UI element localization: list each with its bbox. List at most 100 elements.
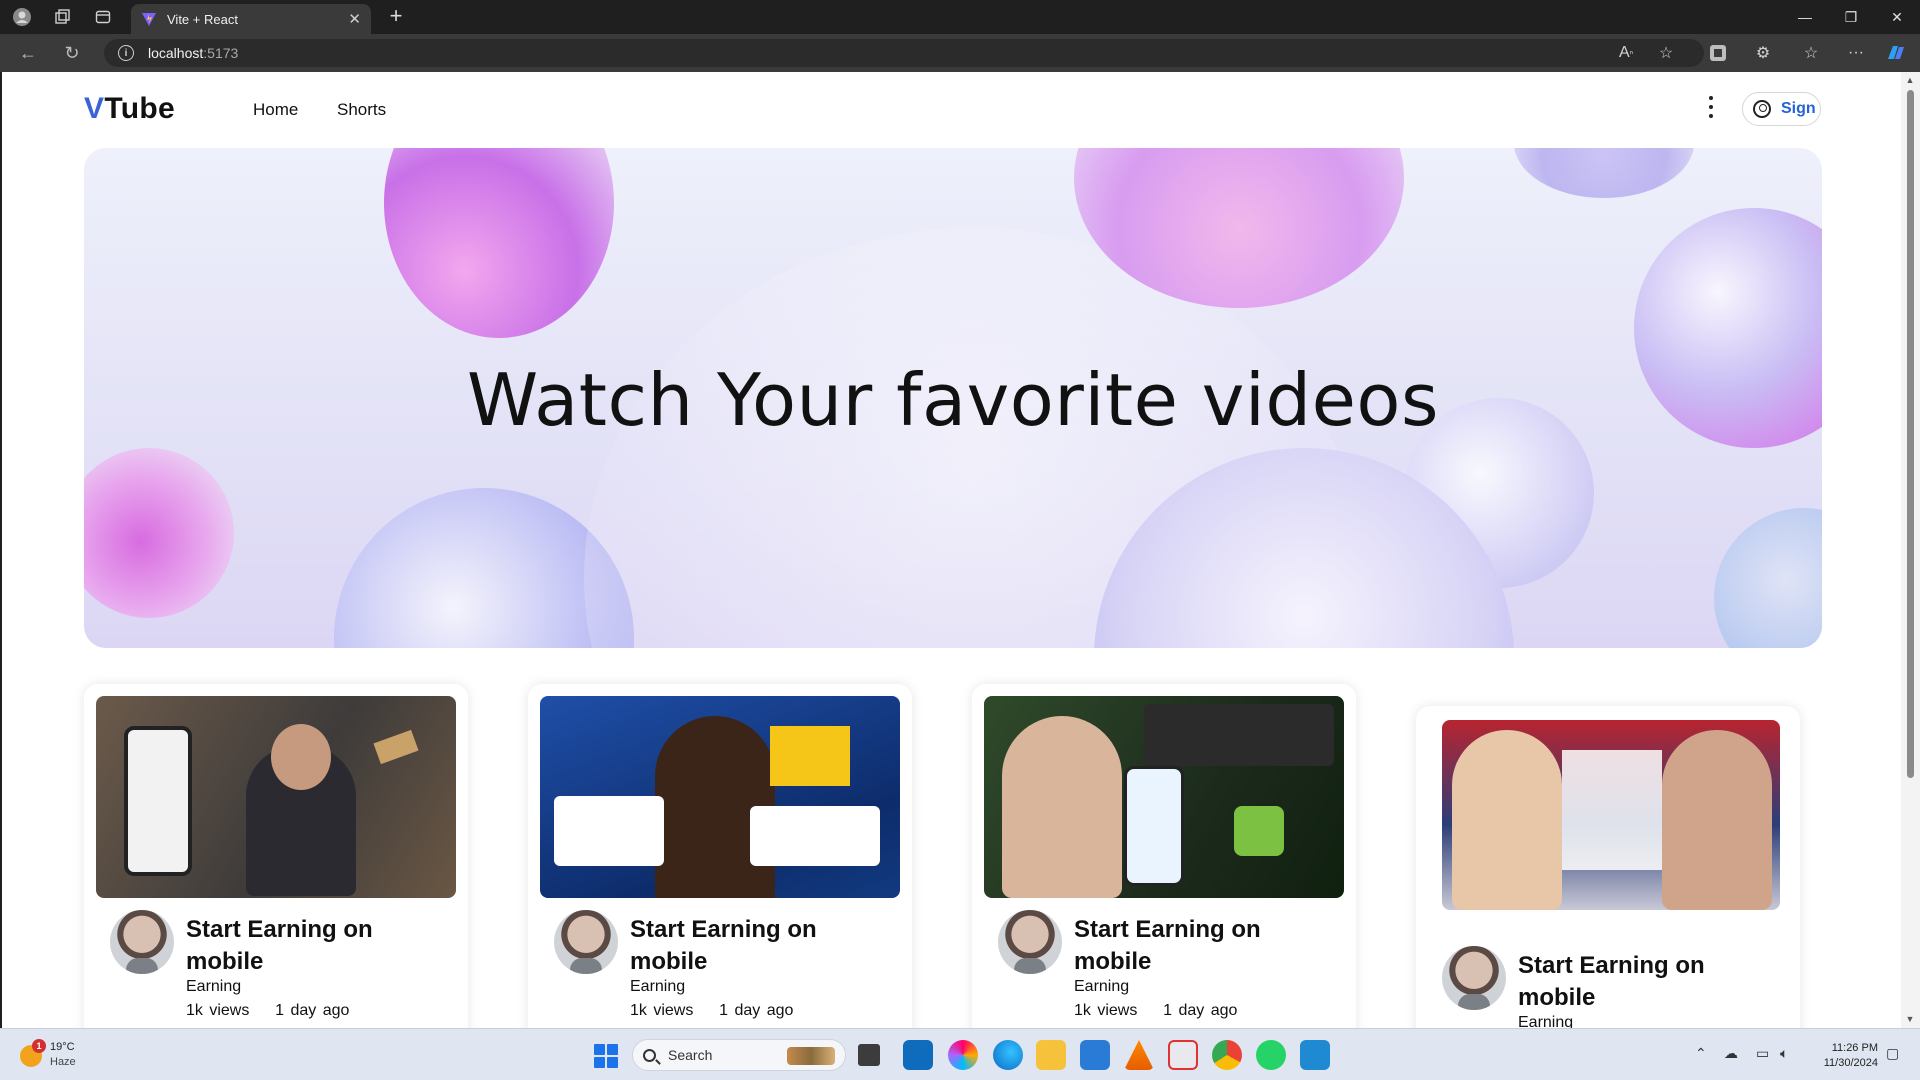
weather-temperature: 19°C [50, 1041, 75, 1053]
address-bar-row: ← ↻ i localhost :5173 Aⁿ ☆ ⚙ ☆ ··· [0, 34, 1920, 72]
taskbar-search[interactable]: Search [632, 1039, 846, 1071]
close-window-icon[interactable]: ✕ [1874, 4, 1920, 30]
workspaces-icon[interactable] [51, 6, 73, 28]
chrome-icon[interactable] [1212, 1040, 1242, 1070]
channel-name[interactable]: Earning [186, 978, 241, 996]
video-title[interactable]: Start Earning on mobile [1074, 914, 1304, 978]
view-count: 1k views [186, 1002, 250, 1019]
vite-favicon-icon [142, 13, 156, 26]
search-highlight-icon [787, 1047, 835, 1065]
copilot-app-icon[interactable] [948, 1040, 978, 1070]
edge-icon[interactable] [993, 1040, 1023, 1070]
video-meta: 1k views 1 day ago [1074, 1002, 1237, 1020]
vlc-icon[interactable] [1124, 1040, 1154, 1070]
user-circle-icon [1753, 100, 1771, 118]
view-count: 1k views [1074, 1002, 1138, 1019]
site-info-icon[interactable]: i [118, 45, 134, 61]
more-icon[interactable]: ··· [1845, 43, 1867, 63]
video-card[interactable]: Start Earning on mobile Earning 1k views… [528, 684, 912, 1028]
tab-title: Vite + React [167, 11, 238, 27]
upload-age: 1 day ago [1163, 1002, 1238, 1019]
puzzle-icon[interactable]: ⚙ [1752, 43, 1774, 63]
clock-date: 11/30/2024 [1823, 1057, 1878, 1069]
vertical-scrollbar[interactable]: ▲ ▼ [1901, 72, 1920, 1028]
windows-taskbar: 1 19°C Haze Search ⌃ ☁ ▭ 🔈︎ 11:26 PM 11/… [0, 1028, 1920, 1080]
network-icon[interactable]: ▭ [1756, 1045, 1769, 1062]
hero-bubble [84, 448, 234, 618]
task-view-icon[interactable] [858, 1044, 880, 1066]
channel-avatar[interactable] [998, 910, 1062, 974]
weather-badge: 1 [32, 1039, 46, 1053]
system-clock[interactable]: 11:26 PM 11/30/2024 [1808, 1041, 1878, 1071]
star-icon[interactable]: ☆ [1655, 43, 1677, 63]
video-thumbnail[interactable] [984, 696, 1344, 898]
tab-close-icon[interactable]: ✕ [348, 10, 361, 28]
sign-in-button[interactable]: Sign [1742, 92, 1821, 126]
tab-actions-icon[interactable] [92, 6, 114, 28]
channel-name[interactable]: Earning [1518, 1014, 1573, 1028]
read-aloud-icon[interactable]: Aⁿ [1615, 43, 1637, 63]
notifications-icon[interactable]: ▢ [1886, 1045, 1899, 1062]
copilot-icon[interactable] [1885, 43, 1907, 63]
back-arrow-icon[interactable]: ← [16, 42, 40, 64]
video-thumbnail[interactable] [540, 696, 900, 898]
site-logo[interactable]: VTube [84, 92, 175, 126]
vscode-icon[interactable] [1300, 1040, 1330, 1070]
video-card[interactable]: Start Earning on mobile Earning 1k views… [972, 684, 1356, 1028]
file-explorer-icon[interactable] [1036, 1040, 1066, 1070]
taskbar-search-label: Search [668, 1047, 713, 1063]
page-viewport: VTube Home Shorts Sign Watch Your favori… [2, 72, 1901, 1028]
outlook-icon[interactable] [903, 1040, 933, 1070]
weather-condition: Haze [50, 1056, 76, 1068]
refresh-icon[interactable]: ↻ [60, 42, 84, 64]
tab-active[interactable]: Vite + React ✕ [131, 4, 371, 34]
nav-shorts-link[interactable]: Shorts [337, 100, 386, 120]
logo-text: Tube [104, 92, 175, 125]
view-count: 1k views [630, 1002, 694, 1019]
logo-letter-v: V [84, 92, 105, 125]
profile-icon[interactable] [11, 6, 33, 28]
video-title[interactable]: Start Earning on mobile [630, 914, 860, 978]
hero-bubble [384, 148, 614, 338]
scroll-down-icon[interactable]: ▼ [1905, 1014, 1915, 1024]
video-thumbnail[interactable] [1442, 720, 1780, 910]
scroll-up-icon[interactable]: ▲ [1905, 75, 1915, 85]
hero-title: Watch Your favorite videos [467, 358, 1439, 442]
video-card[interactable]: Start Earning on mobile Earning 1k views… [84, 684, 468, 1028]
video-thumbnail[interactable] [96, 696, 456, 898]
favorites-icon[interactable]: ☆ [1800, 43, 1822, 63]
scroll-thumb[interactable] [1907, 90, 1914, 778]
video-title[interactable]: Start Earning on mobile [1518, 950, 1748, 1014]
video-title[interactable]: Start Earning on mobile [186, 914, 416, 978]
extension-badge-icon[interactable] [1707, 43, 1729, 63]
minimize-icon[interactable]: — [1782, 4, 1828, 30]
channel-avatar[interactable] [1442, 946, 1506, 1010]
hero-bubble [1714, 508, 1822, 648]
nav-home-link[interactable]: Home [253, 100, 298, 120]
sign-label: Sign [1781, 100, 1816, 117]
tray-overflow-icon[interactable]: ⌃ [1695, 1045, 1707, 1062]
snipping-tool-icon[interactable] [1168, 1040, 1198, 1070]
upload-age: 1 day ago [275, 1002, 350, 1019]
microsoft-store-icon[interactable] [1080, 1040, 1110, 1070]
channel-avatar[interactable] [554, 910, 618, 974]
video-card[interactable]: Start Earning on mobile Earning [1416, 706, 1800, 1028]
channel-avatar[interactable] [110, 910, 174, 974]
channel-name[interactable]: Earning [630, 978, 685, 996]
windows-start-icon[interactable] [594, 1044, 618, 1068]
new-tab-icon[interactable]: + [384, 5, 408, 29]
browser-tab-bar: Vite + React ✕ + — ❐ ✕ [0, 0, 1920, 34]
address-input[interactable]: i localhost :5173 [104, 39, 1704, 67]
url-host: localhost [148, 45, 204, 61]
kebab-menu-icon[interactable] [1706, 96, 1716, 118]
whatsapp-icon[interactable] [1256, 1040, 1286, 1070]
weather-widget[interactable]: 1 19°C Haze [20, 1039, 90, 1071]
restore-icon[interactable]: ❐ [1828, 4, 1874, 30]
hero-banner: Watch Your favorite videos [84, 148, 1822, 648]
onedrive-icon[interactable]: ☁ [1724, 1045, 1738, 1062]
volume-icon[interactable]: 🔈︎ [1780, 1045, 1788, 1062]
url-port: :5173 [203, 45, 239, 61]
hero-bubble [1514, 148, 1694, 198]
channel-name[interactable]: Earning [1074, 978, 1129, 996]
video-meta: 1k views 1 day ago [630, 1002, 793, 1020]
